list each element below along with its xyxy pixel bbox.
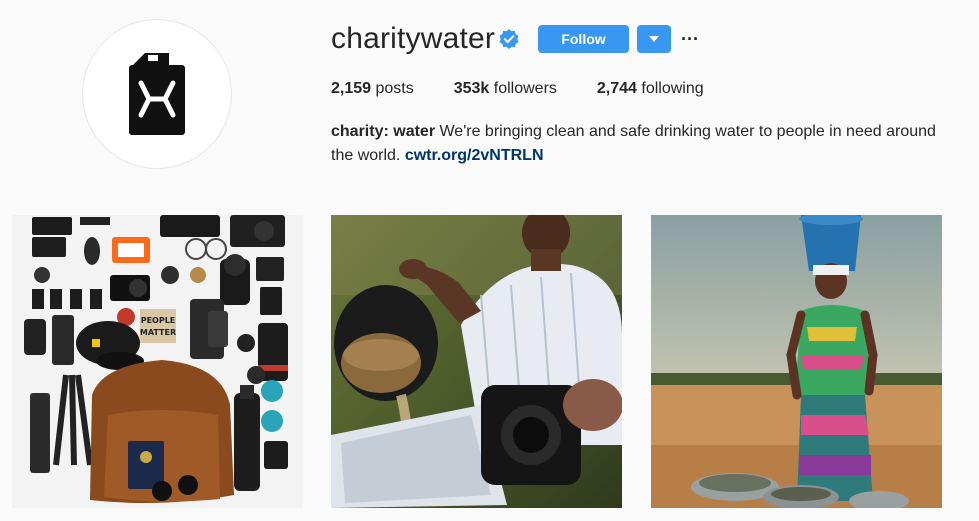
chevron-down-icon: [649, 36, 659, 42]
posts-stat: 2,159 posts: [331, 80, 414, 98]
posts-count: 2,159: [331, 80, 372, 97]
bio-link[interactable]: cwtr.org/2vNTRLN: [405, 147, 544, 164]
verified-badge-icon: [499, 29, 519, 49]
follow-button[interactable]: Follow: [538, 25, 629, 53]
followers-label: followers: [489, 80, 557, 97]
profile-stats: 2,159 posts 353k followers 2,744 followi…: [331, 80, 744, 98]
jerrycan-logo-icon: [129, 53, 185, 135]
patch-text-2: MATTER: [140, 328, 176, 337]
profile-bio: charity: water We're bringing clean and …: [331, 120, 951, 168]
followers-count: 353k: [453, 80, 490, 97]
suggested-accounts-dropdown-button[interactable]: [637, 25, 671, 53]
profile-username: charitywater: [331, 22, 496, 55]
post-thumbnail[interactable]: PEOPLE MATTER: [12, 215, 303, 508]
more-options-icon[interactable]: ···: [680, 29, 700, 49]
followers-stat[interactable]: 353k followers: [454, 80, 557, 98]
post-image: [331, 215, 622, 508]
posts-label: posts: [371, 80, 414, 97]
following-stat[interactable]: 2,744 following: [597, 80, 704, 98]
post-thumbnail[interactable]: [331, 215, 622, 508]
following-label: following: [636, 80, 704, 97]
post-image: [651, 215, 942, 508]
following-count: 2,744: [596, 80, 637, 97]
profile-avatar[interactable]: [82, 19, 232, 169]
bio-full-name: charity: water: [331, 123, 436, 140]
post-thumbnail[interactable]: [651, 215, 942, 508]
patch-text-1: PEOPLE: [141, 316, 176, 325]
post-image: PEOPLE MATTER: [12, 215, 303, 508]
